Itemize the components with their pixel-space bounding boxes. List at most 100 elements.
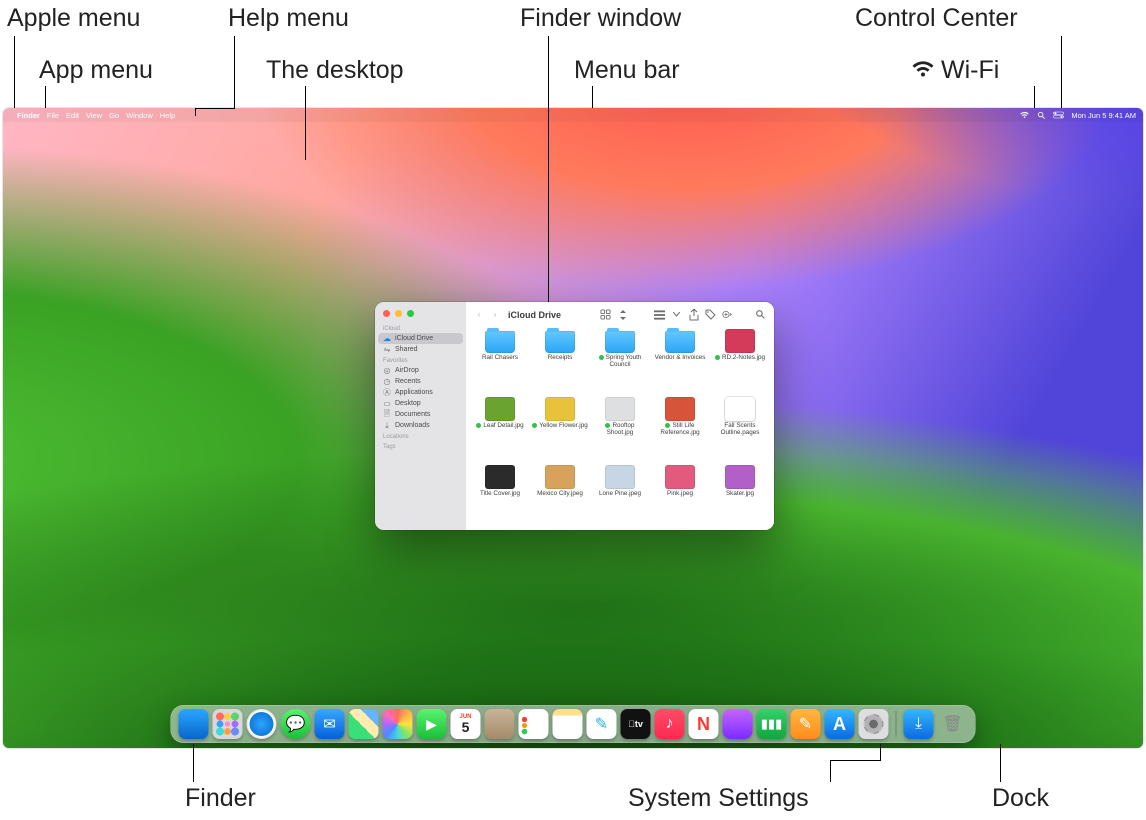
control-center-icon[interactable]	[1053, 111, 1064, 119]
dock-music-icon[interactable]: ♪	[655, 709, 685, 739]
tag-dot-green	[715, 355, 720, 360]
sidebar-item-shared[interactable]: ⇋ Shared	[375, 344, 466, 355]
zoom-button[interactable]	[407, 310, 414, 317]
app-menu[interactable]: Finder	[17, 111, 40, 120]
search-button[interactable]	[755, 309, 766, 320]
dock-reminders-icon[interactable]	[519, 709, 549, 739]
callout-finder-window: Finder window	[520, 4, 681, 33]
file-name: Still Life Reference.jpg	[652, 423, 708, 437]
dock-safari-icon[interactable]	[247, 709, 277, 739]
callout-desktop: The desktop	[266, 56, 404, 85]
wifi-status-icon[interactable]	[1019, 111, 1030, 119]
menu-window[interactable]: Window	[126, 111, 153, 120]
image-thumbnail	[485, 397, 515, 421]
file-item[interactable]: Title Cover.jpg	[472, 465, 528, 524]
file-item[interactable]: RD.2-Notes.jpg	[712, 329, 768, 395]
dock-mail-icon[interactable]: ✉︎	[315, 709, 345, 739]
chevron-down-icon[interactable]	[671, 309, 682, 320]
sidebar-item-label: AirDrop	[395, 367, 419, 374]
file-name: Mexico City.jpeg	[537, 491, 583, 498]
tag-dot-green	[532, 423, 537, 428]
spotlight-icon[interactable]	[1037, 111, 1046, 120]
dock-finder-icon[interactable]	[179, 709, 209, 739]
dock-maps-icon[interactable]	[349, 709, 379, 739]
folder-icon	[665, 331, 695, 353]
dock-tv-icon[interactable]: tv	[621, 709, 651, 739]
dock-launchpad-icon[interactable]	[213, 709, 243, 739]
finder-icon-grid[interactable]: Rail ChasersReceipts Spring Youth Council…	[466, 327, 774, 530]
file-item[interactable]: Leaf Detail.jpg	[472, 397, 528, 463]
shared-icon: ⇋	[383, 346, 391, 354]
image-thumbnail	[605, 397, 635, 421]
file-name: Title Cover.jpg	[480, 491, 520, 498]
desktop-icon: ▭	[383, 400, 391, 408]
dock-calendar-icon[interactable]: JUN5	[451, 709, 481, 739]
sidebar-item-downloads[interactable]: ⤓Downloads	[375, 420, 466, 431]
group-button[interactable]	[654, 309, 665, 320]
menu-file[interactable]: File	[47, 111, 59, 120]
dock-messages-icon[interactable]: 💬	[281, 709, 311, 739]
finder-window[interactable]: iCloud☁︎iCloud Drive⇋SharedFavorites◎Air…	[375, 302, 774, 530]
back-button[interactable]: ‹	[474, 310, 484, 319]
finder-sidebar: iCloud☁︎iCloud Drive⇋SharedFavorites◎Air…	[375, 302, 466, 530]
file-item[interactable]: Pink.jpeg	[652, 465, 708, 524]
dock-downloads-icon[interactable]: ⤓	[904, 709, 934, 739]
dock-contacts-icon[interactable]	[485, 709, 515, 739]
menu-bar: Finder File Edit View Go Window Help Mon…	[3, 108, 1143, 122]
file-item[interactable]: Still Life Reference.jpg	[652, 397, 708, 463]
menu-view[interactable]: View	[86, 111, 102, 120]
menu-edit[interactable]: Edit	[66, 111, 79, 120]
dock-facetime-icon[interactable]: ▶	[417, 709, 447, 739]
sidebar-item-label: Recents	[395, 378, 421, 385]
documents-icon: 🗎	[383, 411, 391, 419]
dock-news-icon[interactable]: N	[689, 709, 719, 739]
file-item[interactable]: Lone Pine.jpeg	[592, 465, 648, 524]
menu-bar-clock[interactable]: Mon Jun 5 9:41 AM	[1071, 111, 1136, 120]
file-item[interactable]: Rooftop Shoot.jpg	[592, 397, 648, 463]
wifi-icon	[910, 59, 936, 84]
file-name: Lone Pine.jpeg	[599, 491, 641, 498]
file-item[interactable]: Yellow Flower.jpg	[532, 397, 588, 463]
sidebar-item-applications[interactable]: ⒶApplications	[375, 387, 466, 398]
dock-podcasts-icon[interactable]	[723, 709, 753, 739]
sidebar-item-airdrop[interactable]: ◎AirDrop	[375, 365, 466, 376]
sidebar-item-documents[interactable]: 🗎Documents	[375, 409, 466, 420]
dock-numbers-icon[interactable]: ▮▮▮	[757, 709, 787, 739]
dock-freeform-icon[interactable]: ✎	[587, 709, 617, 739]
tags-button[interactable]	[705, 309, 716, 320]
view-icons-button[interactable]	[600, 309, 611, 320]
menu-help[interactable]: Help	[160, 111, 175, 120]
sidebar-item-label: Shared	[395, 346, 418, 353]
applications-icon: Ⓐ	[383, 389, 391, 397]
file-name: Spring Youth Council	[592, 355, 648, 369]
file-item[interactable]: Receipts	[532, 329, 588, 395]
dock-trash-icon[interactable]: 🗑	[938, 709, 968, 739]
dock-pages-icon[interactable]: ✎	[791, 709, 821, 739]
document-icon	[725, 397, 755, 421]
sidebar-item-icloud-drive[interactable]: ☁︎iCloud Drive	[378, 333, 463, 344]
dock-system-settings-icon[interactable]	[859, 709, 889, 739]
file-item[interactable]: Spring Youth Council	[592, 329, 648, 395]
tag-dot-green	[665, 423, 670, 428]
forward-button[interactable]: ›	[490, 310, 500, 319]
menu-go[interactable]: Go	[109, 111, 119, 120]
dock-photos-icon[interactable]	[383, 709, 413, 739]
dock[interactable]: 💬✉︎▶JUN5✎tv♪N▮▮▮✎A⤓🗑	[171, 705, 976, 743]
sidebar-item-label: Downloads	[395, 422, 430, 429]
mac-desktop-screenshot: Finder File Edit View Go Window Help Mon…	[3, 108, 1143, 748]
dock-app-store-icon[interactable]: A	[825, 709, 855, 739]
callout-dock: Dock	[992, 784, 1049, 813]
file-item[interactable]: Rail Chasers	[472, 329, 528, 395]
minimize-button[interactable]	[395, 310, 402, 317]
image-thumbnail	[725, 329, 755, 353]
file-item[interactable]: Mexico City.jpeg	[532, 465, 588, 524]
file-item[interactable]: Vendor & Invoices	[652, 329, 708, 395]
close-button[interactable]	[383, 310, 390, 317]
dock-notes-icon[interactable]	[553, 709, 583, 739]
share-button[interactable]	[688, 309, 699, 320]
action-button[interactable]	[722, 309, 733, 320]
sidebar-item-recents[interactable]: ◷Recents	[375, 376, 466, 387]
file-item[interactable]: Fall Scents Outline.pages	[712, 397, 768, 463]
file-item[interactable]: Skater.jpg	[712, 465, 768, 524]
view-switcher-icon[interactable]	[617, 309, 628, 320]
